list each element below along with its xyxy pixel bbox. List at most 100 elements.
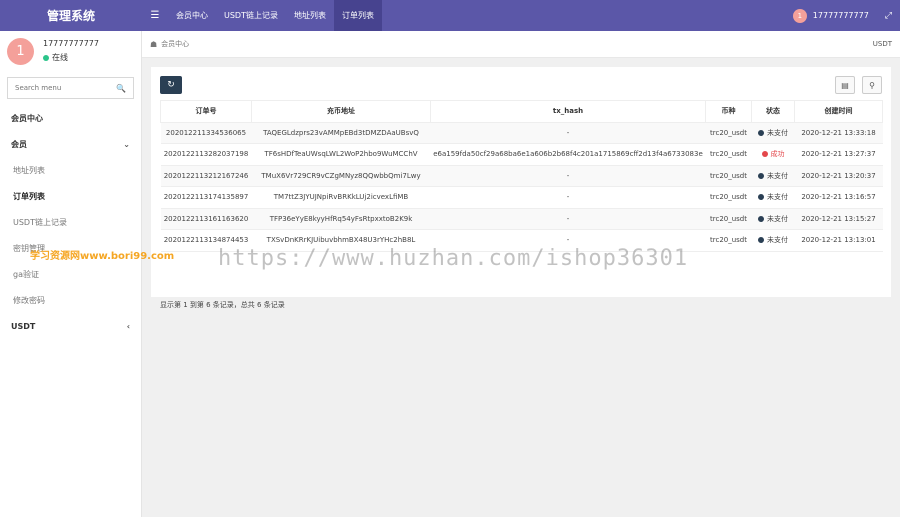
order-table: 订单号 充币地址 tx_hash 币种 状态 创建时间 202012211334… bbox=[160, 100, 883, 252]
refresh-icon: ↻ bbox=[167, 80, 175, 90]
breadcrumb: ☗ 会员中心 USDT bbox=[142, 31, 900, 58]
online-dot-icon bbox=[43, 54, 49, 61]
cell-order-no: 20201221132121672​46 bbox=[160, 165, 252, 187]
online-status: 在线 bbox=[43, 52, 99, 63]
table-row[interactable]: 20201221131611636​20 TFP36eYyE8kyyHfRq54… bbox=[160, 208, 883, 230]
status-dot-icon bbox=[758, 129, 764, 136]
tab-member-center[interactable]: 会员中心 bbox=[168, 0, 216, 31]
cell-order-no: 202012211328203719​8 bbox=[160, 143, 252, 166]
table-header-row: 订单号 充币地址 tx_hash 币种 状态 创建时间 bbox=[160, 100, 883, 123]
pagination-info: 显示第 1 到第 6 条记录，总共 6 条记录 bbox=[160, 301, 285, 309]
cell-currency: trc20_usdt bbox=[705, 186, 752, 209]
top-user-area: 1 17777777777 ⤢ bbox=[792, 0, 900, 31]
sidebar-username: 17777777777 bbox=[43, 39, 99, 48]
breadcrumb-current[interactable]: 会员中心 bbox=[161, 39, 189, 49]
export-button[interactable]: ▤ bbox=[835, 76, 855, 94]
tab-order-list[interactable]: 订单列表 bbox=[333, 0, 382, 31]
cell-tx-hash: - bbox=[430, 165, 706, 187]
cell-tx-hash: - bbox=[430, 186, 706, 209]
col-order-no[interactable]: 订单号 bbox=[160, 100, 252, 123]
sidebar-item-order-list[interactable]: 订单列表 bbox=[0, 183, 141, 209]
app-logo[interactable]: 管理系统 bbox=[0, 0, 142, 31]
search-input[interactable] bbox=[15, 84, 117, 92]
sidebar-item-usdt-records[interactable]: USDT链上记录 bbox=[0, 209, 141, 235]
status-dot-icon bbox=[758, 194, 764, 201]
cell-currency: trc20_usdt bbox=[705, 229, 752, 252]
col-created-time[interactable]: 创建时间 bbox=[794, 100, 883, 123]
col-deposit-address[interactable]: 充币地址 bbox=[251, 100, 431, 123]
sidebar-item-address-list[interactable]: 地址列表 bbox=[0, 157, 141, 183]
sidebar-item-label: 会员 bbox=[11, 139, 27, 149]
chevron-left-icon: ‹ bbox=[126, 321, 130, 331]
main-content: ☗ 会员中心 USDT ↻ ▤ ⚲ 订单号 充币地址 tx_hash 币种 状态… bbox=[142, 31, 900, 517]
breadcrumb-right-label: USDT bbox=[872, 40, 892, 48]
cell-address: TMuX6Vr729CR9vCZgMNyz8QQwbbQmi7Lwy bbox=[251, 165, 431, 187]
cell-tx-hash: - bbox=[430, 208, 706, 230]
avatar[interactable]: 1 bbox=[792, 8, 807, 23]
sidebar-item-label: USDT bbox=[11, 321, 36, 331]
status-badge: 未支付 bbox=[758, 235, 788, 245]
status-dot-icon bbox=[758, 215, 764, 222]
cell-tx-hash: - bbox=[430, 122, 706, 144]
tab-usdt-records[interactable]: USDT链上记录 bbox=[216, 0, 286, 31]
top-username[interactable]: 17777777777 bbox=[813, 11, 869, 20]
online-status-label: 在线 bbox=[52, 53, 68, 62]
tab-address-list[interactable]: 地址列表 bbox=[286, 0, 334, 31]
status-badge: 成功 bbox=[761, 149, 785, 159]
watermark-left: 学习资源网www.bori99.com bbox=[30, 251, 175, 262]
cell-currency: trc20_usdt bbox=[705, 122, 752, 144]
table-row[interactable]: 2020122113345360​65 TAQEGLdzprs23vAMMpEB… bbox=[160, 122, 883, 144]
cell-created-time: 2020-12-21 13:16:57 bbox=[794, 186, 883, 209]
avatar: 1 bbox=[7, 37, 34, 65]
status-badge: 未支付 bbox=[758, 128, 788, 138]
cell-currency: trc20_usdt bbox=[705, 143, 752, 166]
cell-address: TF6sHDfTeaUWsqLWL2WoP2hbo9WuMCChV bbox=[251, 143, 431, 166]
sidebar: 1 17777777777 在线 🔍 会员中心 会员 ⌄ 地址列表 订单列表 U… bbox=[0, 31, 142, 517]
cell-status: 未支付 bbox=[751, 208, 795, 230]
cell-status: 未支付 bbox=[751, 122, 795, 144]
cell-address: TAQEGLdzprs23vAMMpEBd3tDMZDAaUBsvQ bbox=[251, 122, 431, 144]
cell-order-no: 2020122113345360​65 bbox=[160, 122, 252, 144]
cell-address: TM7ttZ3JYUJNpiRvBRKkLUj2icvexLfiMB bbox=[251, 186, 431, 209]
user-panel: 1 17777777777 在线 bbox=[0, 31, 141, 71]
home-icon[interactable]: ☗ bbox=[150, 40, 157, 49]
cell-created-time: 2020-12-21 13:33:18 bbox=[794, 122, 883, 144]
search-icon: ⚲ bbox=[869, 80, 875, 90]
cell-status: 未支付 bbox=[751, 186, 795, 209]
sidebar-item-member-center[interactable]: 会员中心 bbox=[0, 105, 141, 131]
cell-tx-hash: e6a159fda50cf29a68ba6e1a606b2b68f4c201a1… bbox=[430, 143, 706, 166]
sidebar-item-change-password[interactable]: 修改密码 bbox=[0, 287, 141, 313]
status-badge: 未支付 bbox=[758, 171, 788, 181]
menu-search-box: 🔍 bbox=[7, 77, 134, 99]
bars-icon[interactable]: ☰ bbox=[142, 0, 168, 31]
table-row[interactable]: 202012211328203719​8 TF6sHDfTeaUWsqLWL2W… bbox=[160, 143, 883, 166]
sidebar-item-ga-verify[interactable]: ga验证 bbox=[0, 261, 141, 287]
cell-created-time: 2020-12-21 13:20:37 bbox=[794, 165, 883, 187]
cell-status: 未支付 bbox=[751, 229, 795, 252]
table-row[interactable]: 20201221131741358​97 TM7ttZ3JYUJNpiRvBRK… bbox=[160, 186, 883, 209]
col-status[interactable]: 状态 bbox=[751, 100, 795, 123]
expand-icon[interactable]: ⤢ bbox=[885, 11, 892, 21]
cell-created-time: 2020-12-21 13:27:37 bbox=[794, 143, 883, 166]
export-icon: ▤ bbox=[841, 80, 849, 90]
sidebar-item-member[interactable]: 会员 ⌄ bbox=[0, 131, 141, 157]
cell-order-no: 20201221131611636​20 bbox=[160, 208, 252, 230]
watermark: https://www.huzhan.com/ishop36301 bbox=[218, 246, 689, 271]
refresh-button[interactable]: ↻ bbox=[160, 76, 182, 94]
col-currency[interactable]: 币种 bbox=[705, 100, 752, 123]
status-badge: 未支付 bbox=[758, 192, 788, 202]
cell-status: 未支付 bbox=[751, 165, 795, 187]
side-menu: 会员中心 会员 ⌄ 地址列表 订单列表 USDT链上记录 密钥管理 ga验证 修… bbox=[0, 105, 141, 339]
cell-order-no: 20201221131741358​97 bbox=[160, 186, 252, 209]
table-toolbar: ↻ ▤ ⚲ bbox=[151, 67, 891, 103]
search-icon[interactable]: 🔍 bbox=[116, 84, 126, 93]
table-row[interactable]: 20201221132121672​46 TMuX6Vr729CR9vCZgMN… bbox=[160, 165, 883, 187]
top-nav-tabs: 会员中心 USDT链上记录 地址列表 订单列表 bbox=[168, 0, 382, 31]
search-button[interactable]: ⚲ bbox=[862, 76, 882, 94]
status-dot-icon bbox=[758, 237, 764, 244]
status-dot-icon bbox=[761, 151, 768, 158]
sidebar-item-usdt[interactable]: USDT ‹ bbox=[0, 313, 141, 339]
cell-currency: trc20_usdt bbox=[705, 165, 752, 187]
col-tx-hash[interactable]: tx_hash bbox=[430, 100, 706, 123]
status-dot-icon bbox=[758, 172, 764, 179]
